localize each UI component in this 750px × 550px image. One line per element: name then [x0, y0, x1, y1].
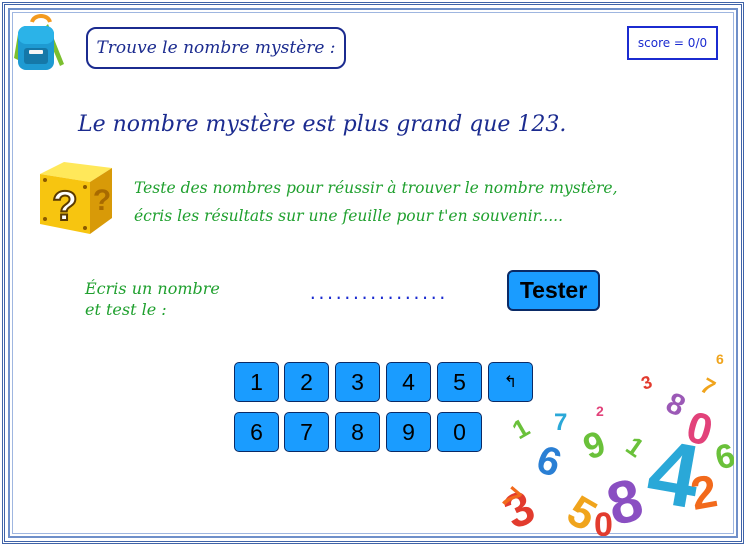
question-block-icon: ? ? [40, 162, 112, 234]
svg-text:?: ? [93, 184, 111, 217]
key-1[interactable]: 1 [234, 362, 279, 402]
prompt-line-1: Écris un nombre [85, 279, 220, 298]
svg-text:0: 0 [594, 506, 613, 536]
key-0[interactable]: 0 [437, 412, 482, 452]
svg-text:7: 7 [697, 373, 720, 401]
key-3[interactable]: 3 [335, 362, 380, 402]
key-6[interactable]: 6 [234, 412, 279, 452]
svg-text:1: 1 [621, 430, 650, 463]
svg-text:1: 1 [507, 412, 535, 445]
svg-text:2: 2 [596, 403, 604, 419]
score-box: score = 0/0 [627, 26, 718, 60]
instructions-line-2: écris les résultats sur une feuille pour… [134, 207, 563, 225]
svg-text:6: 6 [716, 351, 724, 367]
svg-text:9: 9 [578, 422, 611, 467]
key-5[interactable]: 5 [437, 362, 482, 402]
key-4[interactable]: 4 [386, 362, 431, 402]
prompt-line-2: et test le : [85, 300, 167, 319]
tester-button[interactable]: Tester [507, 270, 600, 311]
title-box: Trouve le nombre mystère : [86, 27, 346, 69]
answer-field[interactable]: ................ [308, 284, 447, 303]
numbers-illustration: 8 4 3 6 5 9 0 2 8 7 6 2 3 1 7 7 6 0 1 [495, 351, 734, 536]
key-2[interactable]: 2 [284, 362, 329, 402]
page-title: Trouve le nombre mystère : [96, 38, 336, 58]
score-text: score = 0/0 [637, 36, 708, 50]
svg-text:8: 8 [661, 386, 690, 423]
svg-text:6: 6 [531, 437, 567, 486]
svg-text:?: ? [52, 182, 78, 229]
key-9[interactable]: 9 [386, 412, 431, 452]
svg-text:3: 3 [639, 372, 655, 394]
svg-text:7: 7 [554, 409, 567, 436]
input-prompt: Écris un nombre et test le : [85, 278, 220, 320]
instructions: Teste des nombres pour réussir à trouver… [134, 174, 694, 230]
key-8[interactable]: 8 [335, 412, 380, 452]
backpack-icon [14, 14, 64, 70]
svg-text:6: 6 [711, 436, 734, 478]
clue-text: Le nombre mystère est plus grand que 123… [78, 112, 567, 137]
key-7[interactable]: 7 [284, 412, 329, 452]
instructions-line-1: Teste des nombres pour réussir à trouver… [134, 179, 618, 197]
